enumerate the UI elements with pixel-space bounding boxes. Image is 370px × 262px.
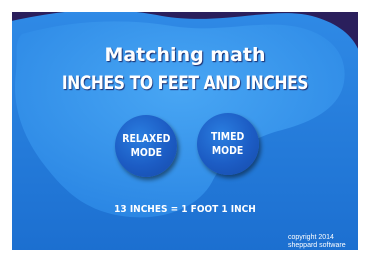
example-equation: 13 INCHES = 1 FOOT 1 INCH [114,204,256,215]
game-subtitle: INCHES TO FEET AND INCHES [61,72,309,94]
relaxed-mode-button[interactable]: RELAXED MODE [115,115,177,177]
game-title: Matching math [104,44,266,66]
relaxed-mode-label: RELAXED MODE [121,132,171,159]
publisher-line: sheppard software [288,242,346,249]
timed-mode-label: TIMED MODE [211,130,245,157]
game-stage: Matching math INCHES TO FEET AND INCHES … [12,12,358,250]
copyright-notice: copyright 2014 sheppard software [288,234,358,250]
copyright-line: copyright 2014 [288,234,334,241]
timed-mode-button[interactable]: TIMED MODE [197,113,259,175]
